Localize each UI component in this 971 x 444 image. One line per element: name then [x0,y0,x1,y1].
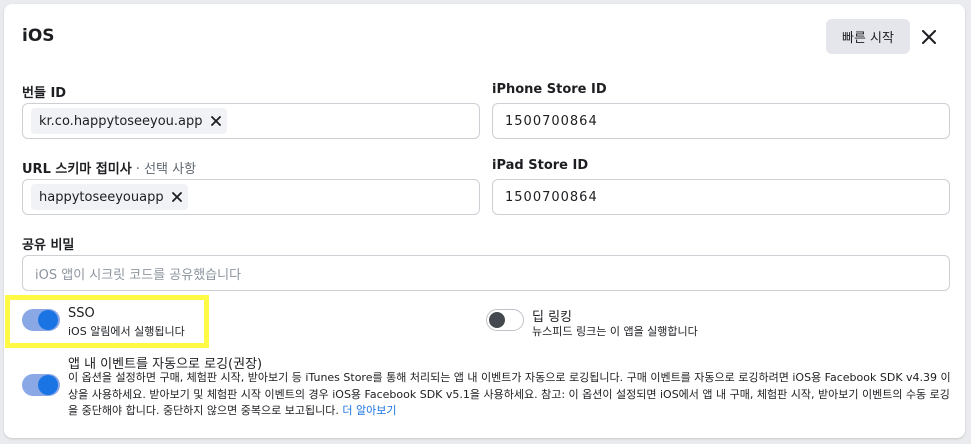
sso-highlight-box [5,295,209,348]
deep-linking-subtitle: 뉴스피드 링크는 이 앱을 실행합니다 [532,325,698,338]
url-scheme-field[interactable]: happytoseeyouapp [22,179,480,215]
deep-linking-toggle[interactable] [486,309,524,331]
toggle-knob [489,312,505,328]
bundle-id-field[interactable]: kr.co.happytoseeyou.app [22,103,480,139]
iphone-store-id-value: 1500700864 [505,113,598,129]
url-scheme-label: URL 스키마 접미사 · 선택 사항 [22,162,197,177]
shared-secret-input[interactable]: iOS 앱이 시크릿 코드를 공유했습니다 [22,255,950,291]
learn-more-link[interactable]: 더 알아보기 [342,404,396,417]
quick-start-button[interactable]: 빠른 시작 [826,19,910,54]
section-title: iOS [22,26,55,46]
shared-secret-placeholder: iOS 앱이 시크릿 코드를 공유했습니다 [35,267,242,283]
auto-log-events-toggle[interactable] [22,374,60,396]
iphone-store-id-label: iPhone Store ID [492,82,607,97]
close-button[interactable] [916,24,942,50]
ipad-store-id-label: iPad Store ID [492,158,589,173]
url-scheme-chip-text: happytoseeyouapp [39,189,164,205]
iphone-store-id-input[interactable]: 1500700864 [492,103,950,139]
toggle-knob [38,375,58,395]
bundle-id-label: 번들 ID [22,86,67,101]
url-scheme-chip: happytoseeyouapp [31,184,188,210]
bundle-id-chip-text: kr.co.happytoseeyou.app [39,113,203,129]
remove-chip-icon[interactable] [171,192,182,202]
ios-settings-card: iOS 빠른 시작 번들 ID kr.co.happytoseeyou.app … [4,4,965,438]
ipad-store-id-value: 1500700864 [505,189,598,205]
bundle-id-chip: kr.co.happytoseeyou.app [31,108,227,134]
shared-secret-label: 공유 비밀 [22,238,75,253]
ipad-store-id-input[interactable]: 1500700864 [492,179,950,215]
auto-log-events-description: 이 옵션을 설정하면 구매, 체험판 시작, 받아보기 등 iTunes Sto… [68,371,951,417]
optional-tag: · 선택 사항 [131,162,197,177]
close-icon [922,30,936,44]
remove-chip-icon[interactable] [210,116,221,126]
